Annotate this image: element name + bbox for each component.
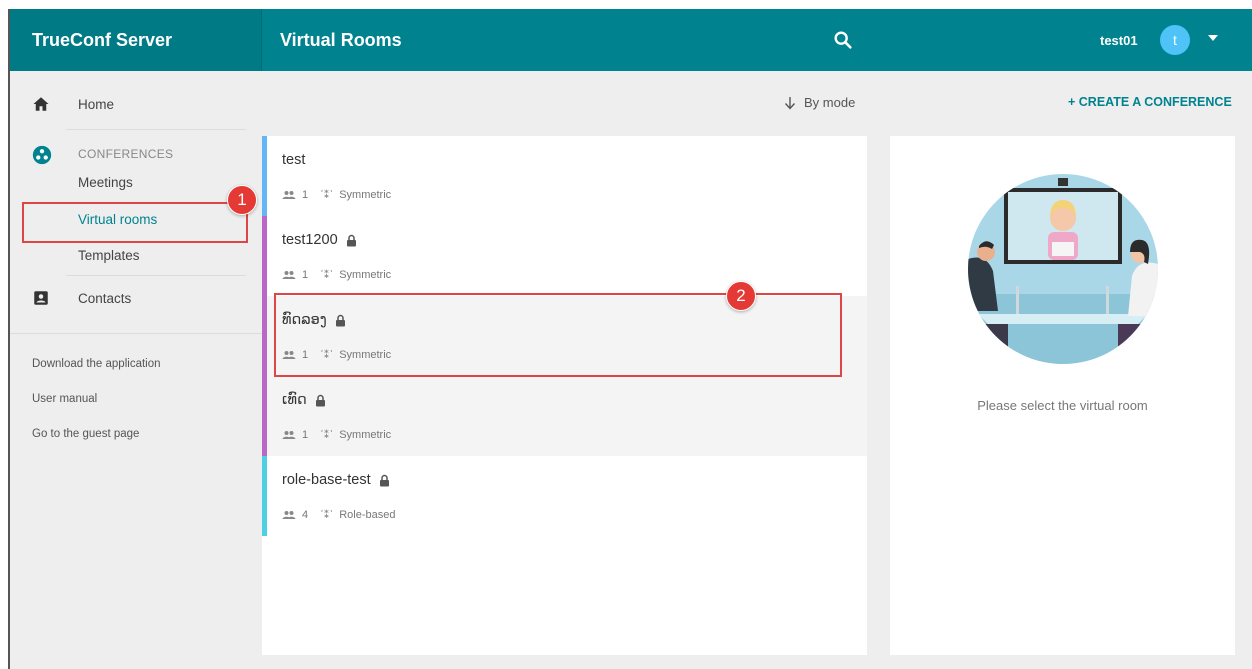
brand-logo[interactable]: TrueConf Server — [10, 9, 262, 71]
participant-count: 4 — [302, 508, 309, 521]
participants-icon — [282, 190, 296, 199]
room-name-row: ເທົດ — [282, 392, 326, 408]
room-color-stripe — [262, 296, 267, 376]
room-name: role-base-test — [282, 472, 371, 488]
conferences-icon — [32, 145, 52, 165]
list-item[interactable]: ເທົດ 1 ˈ⁑ˈ Symmetric — [262, 376, 867, 456]
room-meta: 1 ˈ⁑ˈ Symmetric — [282, 268, 391, 281]
room-meta: 1 ˈ⁑ˈ Symmetric — [282, 188, 391, 201]
room-color-stripe — [262, 376, 267, 456]
room-mode: Role-based — [339, 508, 396, 521]
room-meta: 1 ˈ⁑ˈ Symmetric — [282, 428, 391, 441]
app-window: TrueConf Server Virtual Rooms test01 t H… — [8, 9, 1252, 669]
participant-count: 1 — [302, 188, 309, 201]
sidebar: Home CONFERENCES Meetings Virtual rooms … — [10, 71, 262, 669]
sidebar-item-label: Home — [78, 96, 115, 112]
sidebar-item-contacts[interactable]: Contacts — [10, 283, 262, 313]
room-mode: Symmetric — [339, 268, 392, 281]
user-manual-link[interactable]: User manual — [32, 393, 97, 405]
search-icon[interactable] — [832, 29, 854, 51]
page-title: Virtual Rooms — [280, 29, 402, 50]
room-mode: Symmetric — [339, 188, 392, 201]
participants-icon — [282, 270, 296, 279]
room-name-row: test1200 — [282, 232, 357, 248]
room-detail-panel: Please select the virtual room — [890, 136, 1235, 655]
sidebar-item-templates[interactable]: Templates — [78, 248, 140, 263]
room-name-row: role-base-test — [282, 472, 390, 488]
user-name[interactable]: test01 — [1100, 9, 1138, 71]
participants-icon — [282, 430, 296, 439]
sidebar-item-home[interactable]: Home — [10, 89, 262, 119]
mode-icon: ˈ⁑ˈ — [320, 509, 334, 521]
create-conference-button[interactable]: + CREATE A CONFERENCE — [1068, 95, 1232, 109]
annotation-box-virtual-rooms — [22, 202, 248, 243]
room-meta: 4 ˈ⁑ˈ Role-based — [282, 508, 395, 521]
sort-label: By mode — [804, 95, 856, 110]
room-name: ເທົດ — [282, 392, 307, 408]
room-name: test1200 — [282, 232, 338, 248]
sort-by-mode-button[interactable]: By mode — [784, 95, 855, 110]
list-item[interactable]: role-base-test 4 ˈ⁑ˈ Role-based — [262, 456, 867, 536]
sidebar-item-label: Contacts — [78, 290, 132, 306]
list-item[interactable]: test1200 1 ˈ⁑ˈ Symmetric — [262, 216, 867, 296]
home-icon — [33, 97, 49, 111]
top-bar: TrueConf Server Virtual Rooms test01 t — [10, 9, 1252, 71]
divider — [66, 275, 246, 276]
divider — [10, 333, 262, 334]
participants-icon — [282, 510, 296, 519]
room-color-stripe — [262, 456, 267, 536]
participant-count: 1 — [302, 428, 309, 441]
mode-icon: ˈ⁑ˈ — [320, 269, 334, 281]
room-list: test 1 ˈ⁑ˈ Symmetric test1200 1 ˈ⁑ˈ Symm… — [262, 136, 867, 655]
avatar[interactable]: t — [1160, 25, 1190, 55]
room-name-row: test — [282, 152, 305, 168]
room-name: test — [282, 152, 306, 168]
contacts-icon — [34, 291, 48, 305]
chevron-down-icon[interactable] — [1208, 35, 1218, 41]
video-conference-illustration — [968, 174, 1158, 364]
room-mode: Symmetric — [339, 428, 392, 441]
section-label-conferences: CONFERENCES — [78, 147, 174, 161]
lock-icon — [346, 234, 356, 246]
empty-selection-hint: Please select the virtual room — [977, 398, 1148, 413]
mode-icon: ˈ⁑ˈ — [320, 189, 334, 201]
divider — [66, 129, 246, 130]
participant-count: 1 — [302, 268, 309, 281]
mode-icon: ˈ⁑ˈ — [320, 429, 334, 441]
annotation-badge: 2 — [726, 281, 756, 311]
download-app-link[interactable]: Download the application — [32, 358, 161, 370]
annotation-box-room — [274, 293, 842, 377]
room-color-stripe — [262, 216, 267, 296]
list-item[interactable]: test 1 ˈ⁑ˈ Symmetric — [262, 136, 867, 216]
lock-icon — [379, 474, 389, 486]
annotation-badge: 1 — [227, 185, 257, 215]
guest-page-link[interactable]: Go to the guest page — [32, 428, 139, 440]
lock-icon — [315, 394, 325, 406]
room-color-stripe — [262, 136, 267, 216]
sidebar-item-meetings[interactable]: Meetings — [78, 175, 133, 190]
arrow-down-icon — [784, 96, 796, 110]
